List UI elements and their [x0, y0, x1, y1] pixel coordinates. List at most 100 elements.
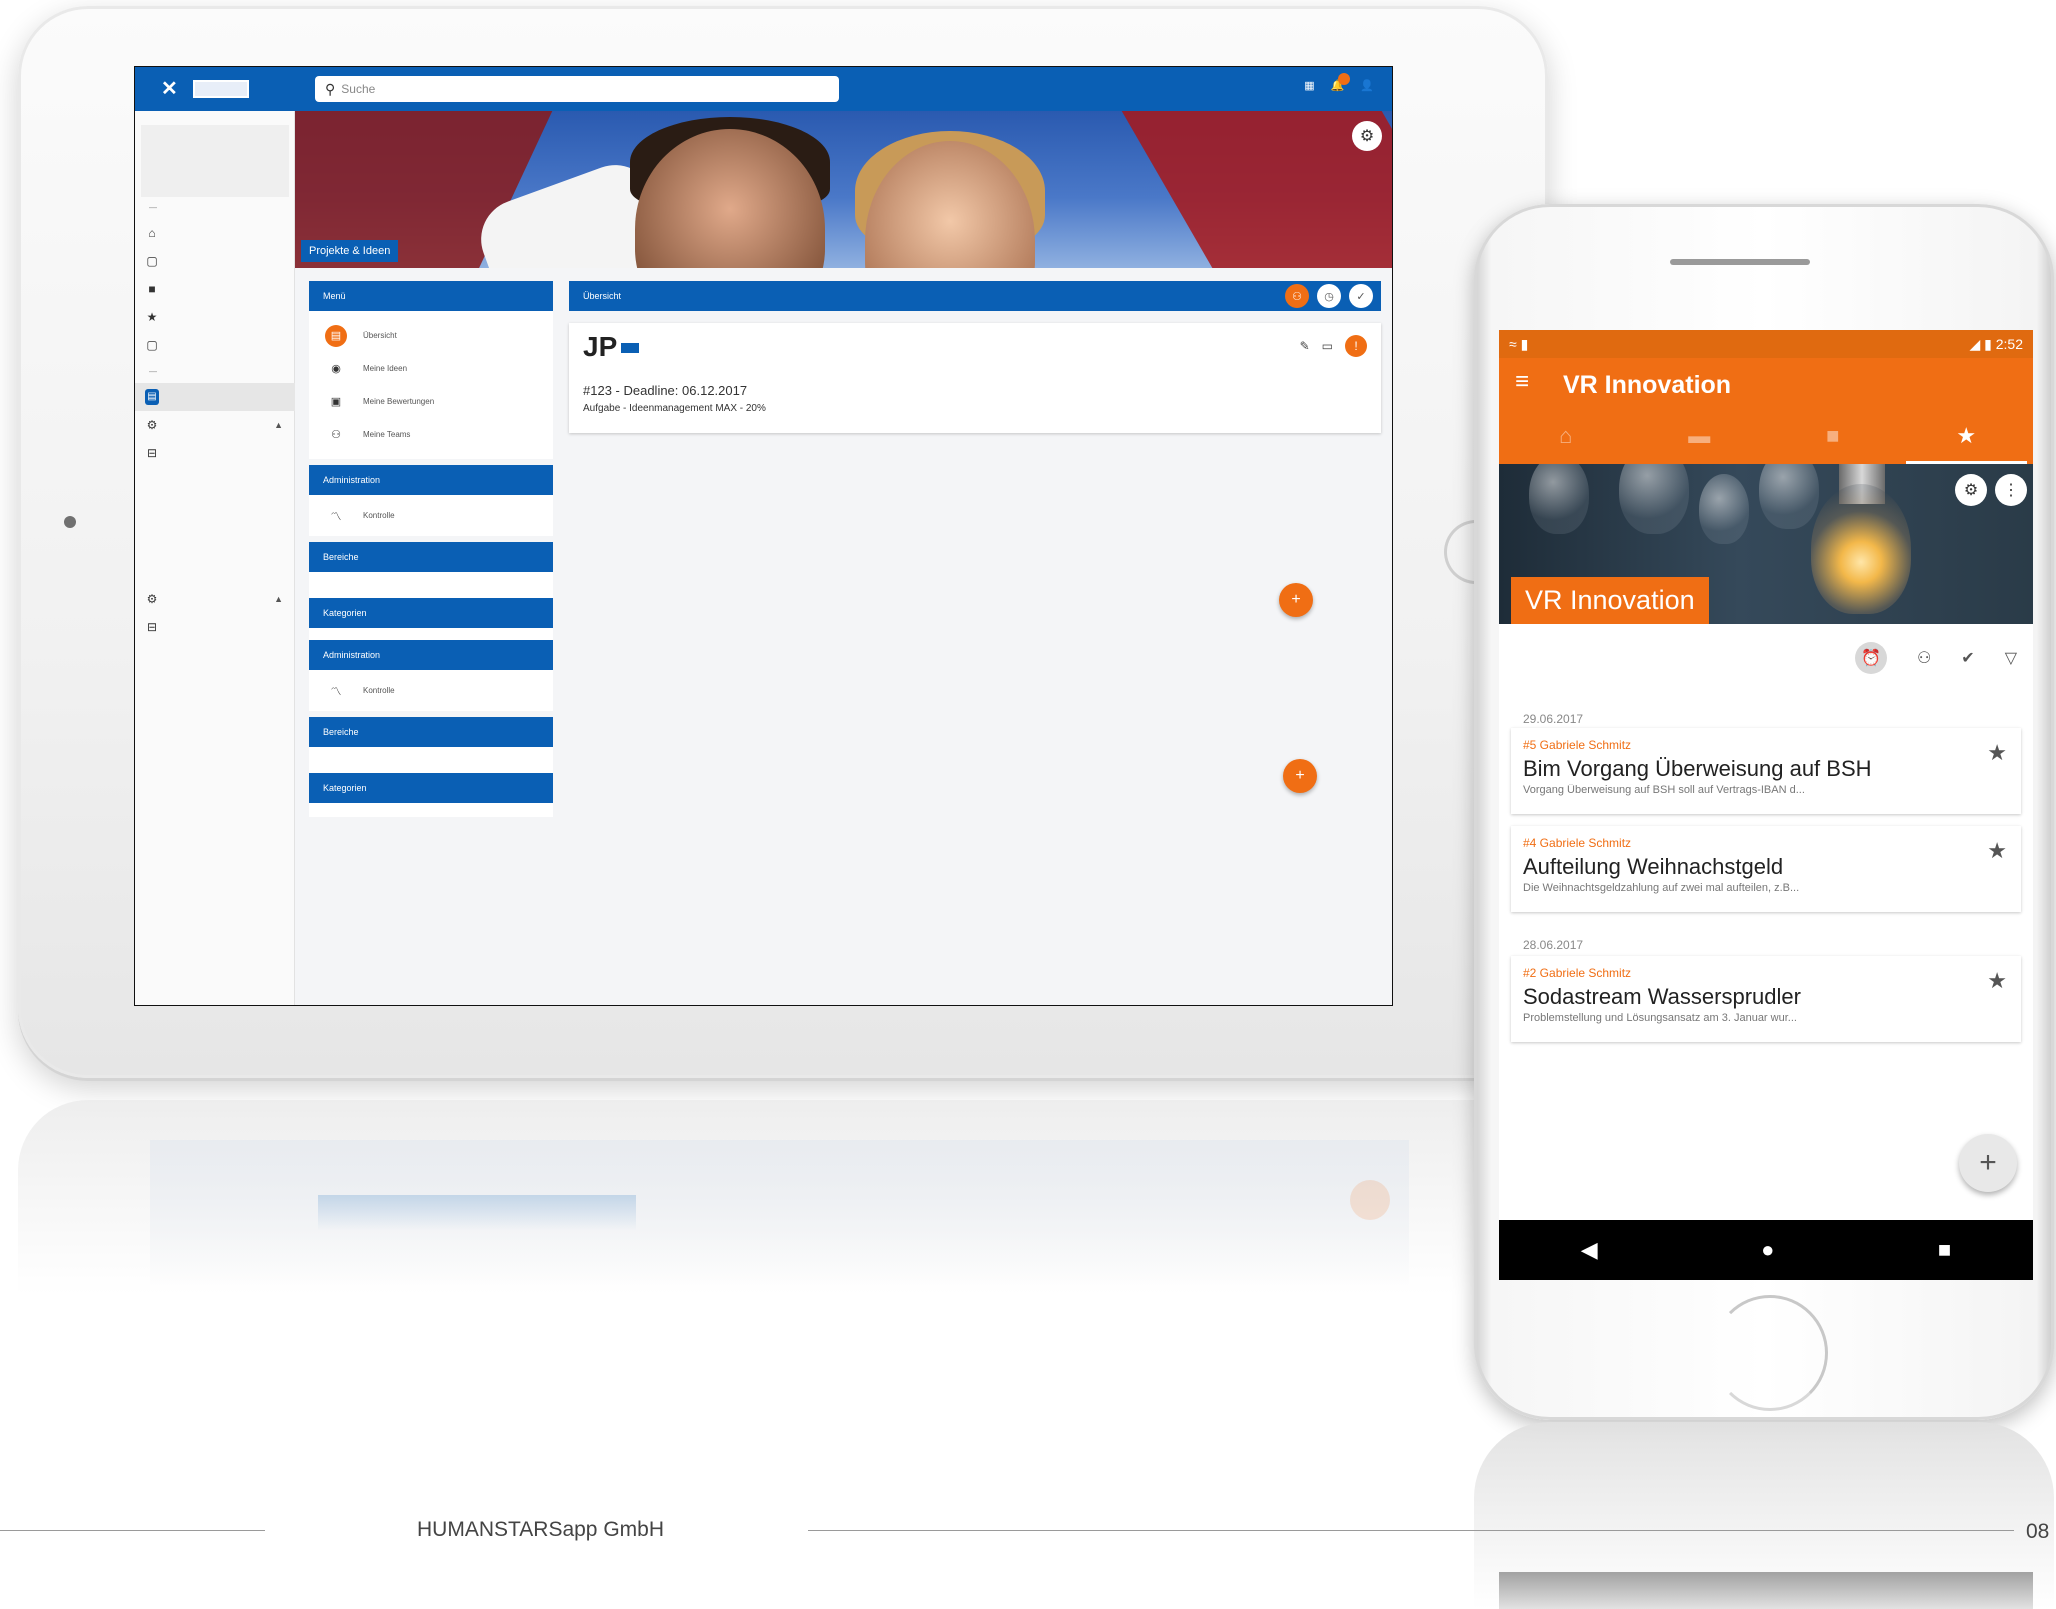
sidebar-item-folder[interactable]: ■ — [135, 275, 295, 303]
folder-icon: ■ — [1826, 423, 1840, 448]
list-item[interactable]: #4 Gabriele Schmitz Aufteilung Weihnachs… — [1511, 826, 2021, 912]
check-filter-icon[interactable]: ✔ — [1961, 648, 1974, 668]
plus-icon: + — [1295, 767, 1305, 784]
gear-icon: ⚙ — [1963, 482, 1979, 499]
menu-item-control[interactable]: 〽 Kontrolle — [309, 499, 553, 532]
status-bar: ≈ ▮ ◢ ▮ 2:52 — [1499, 330, 2033, 358]
edit-icon[interactable]: ✎ — [1300, 339, 1310, 353]
menu-item-my-ratings[interactable]: ▣ Meine Bewertungen — [309, 385, 553, 418]
menu-item-my-ideas[interactable]: ◉ Meine Ideen — [309, 352, 553, 385]
sidebar-item-settings[interactable]: ⚙ ▲ — [135, 411, 295, 439]
menu-section-areas[interactable]: Bereiche — [309, 542, 553, 572]
sidebar-section-heading: — — [149, 367, 157, 376]
menu-section-administration[interactable]: Administration — [309, 465, 553, 495]
item-title: Aufteilung Weihnachstgeld — [1523, 854, 1784, 879]
trend-icon: 〽 — [330, 685, 342, 698]
menu-section-administration-2[interactable]: Administration — [309, 640, 553, 670]
overview-header-label: Übersicht — [583, 291, 622, 301]
idea-icon: ◉ — [331, 363, 341, 375]
phone-speaker — [1670, 259, 1810, 265]
alarm-filter-icon[interactable]: ⏰ — [1854, 642, 1887, 674]
banner-more-button[interactable]: ⋮ — [1995, 474, 2027, 506]
notification-bell-icon[interactable]: 🔔 — [1331, 73, 1351, 92]
banner-settings-button[interactable]: ⚙ — [1955, 474, 1987, 506]
overview-icon: ▤ — [325, 324, 347, 347]
sidebar-item-projects[interactable]: ★ — [135, 303, 295, 331]
favorite-star-icon[interactable]: ★ — [1987, 740, 2007, 766]
footer-divider — [808, 1530, 2014, 1531]
sidebar-profile-box — [141, 125, 289, 197]
logout-icon: ⊟ — [146, 446, 158, 460]
phone-home-button[interactable] — [1712, 1295, 1828, 1411]
overview-header: Übersicht ⚇ ◷ ✓ — [569, 281, 1381, 311]
favorite-star-icon[interactable]: ★ — [1987, 838, 2007, 864]
check-filter-icon[interactable]: ✓ — [1349, 284, 1373, 308]
menu-section-categories[interactable]: Kategorien — [309, 598, 553, 628]
add-button-2[interactable]: + — [1283, 759, 1317, 793]
home-icon: ⌂ — [1559, 423, 1573, 448]
team-icon: ⚇ — [331, 429, 341, 441]
alert-icon[interactable]: ! — [1345, 335, 1367, 357]
search-input[interactable]: ⚲ Suche — [315, 76, 839, 102]
menu-icon[interactable]: ≡ — [1515, 370, 1529, 394]
add-button[interactable]: + — [1279, 583, 1313, 617]
hero-settings-button[interactable]: ⚙ — [1352, 121, 1382, 151]
sidebar-item-messages[interactable]: ▢ — [135, 247, 295, 275]
search-icon: ⚲ — [325, 80, 336, 97]
tab-home[interactable]: ⌂ — [1499, 408, 1633, 464]
list-item[interactable]: #2 Gabriele Schmitz Sodastream Wasserspr… — [1511, 956, 2021, 1042]
brand-logo[interactable]: ✕ — [161, 77, 251, 101]
user-icon[interactable]: 👤 — [1360, 79, 1374, 92]
menu-bar-reflection — [318, 1195, 636, 1231]
team-filter-icon[interactable]: ⚇ — [1285, 284, 1309, 308]
star-icon: ★ — [1956, 423, 1977, 448]
chat-icon: ▢ — [146, 338, 158, 352]
add-idea-button[interactable]: + — [1959, 1134, 2017, 1192]
menu-item-overview[interactable]: ▤ Übersicht — [309, 319, 553, 352]
page-number: 08 — [2026, 1520, 2050, 1543]
comment-icon[interactable]: ▭ — [1322, 339, 1333, 353]
folder-icon: ■ — [148, 282, 156, 296]
team-filter-icon[interactable]: ⚇ — [1917, 648, 1931, 668]
phone-navbar-reflection — [1499, 1572, 2033, 1609]
android-nav-bar: ◀ ● ■ — [1499, 1220, 2033, 1280]
menu-item-control-2[interactable]: 〽 Kontrolle — [309, 674, 553, 707]
idea-card[interactable]: JP ✎ ▭ ! #123 - Deadline: 06.12.2017 Auf… — [569, 323, 1381, 433]
home-circle-icon[interactable]: ● — [1761, 1237, 1774, 1263]
view-toggle-icon[interactable]: ▦ — [1304, 79, 1314, 92]
menu-column: Menü ▤ Übersicht ◉ Meine Ideen ▣ Meine Bewe… — [309, 281, 553, 817]
menu-section-areas-2[interactable]: Bereiche — [309, 717, 553, 747]
logo-wordmark — [193, 80, 249, 98]
sidebar-item-chat[interactable]: ▢ — [135, 331, 295, 359]
sidebar-item-settings-2[interactable]: ⚙ ▲ — [135, 585, 295, 613]
hero-banner: Projekte & Ideen ⚙ — [295, 111, 1392, 268]
card-initials: JP — [583, 331, 618, 362]
back-icon[interactable]: ◀ — [1581, 1237, 1598, 1263]
clock-filter-icon[interactable]: ◷ — [1317, 284, 1341, 308]
recents-icon[interactable]: ■ — [1938, 1237, 1951, 1263]
sidebar-item-home[interactable]: ⌂ — [135, 219, 295, 247]
signal-icon: ◢ ▮ — [1969, 336, 1996, 352]
menu-item-my-teams[interactable]: ⚇ Meine Teams — [309, 418, 553, 451]
menu-section-categories-2[interactable]: Kategorien — [309, 773, 553, 803]
sidebar-item-logout-2[interactable]: ⊟ — [135, 613, 295, 641]
tab-favorites[interactable]: ★ — [1900, 408, 2034, 464]
favorite-star-icon[interactable]: ★ — [1987, 968, 2007, 994]
sidebar-section-heading: — — [149, 203, 157, 212]
phone-screen: ≈ ▮ ◢ ▮ 2:52 ≡ VR Innovation ⌂ ▬ ■ ★ VR … — [1499, 330, 2033, 1280]
list-item[interactable]: #5 Gabriele Schmitz Bim Vorgang Überweis… — [1511, 728, 2021, 814]
project-banner: VR Innovation ⚙ ⋮ — [1499, 464, 2033, 624]
sidebar: — ⌂ ▢ ■ ★ ▢ — ▤ ⚙ ▲ ⊟ ⚙ ▲ ⊟ — [135, 111, 295, 1005]
tab-messages[interactable]: ▬ — [1633, 408, 1767, 464]
item-meta: #5 Gabriele Schmitz — [1523, 738, 1632, 752]
gear-icon: ⚙ — [1359, 128, 1375, 145]
sidebar-item-profile[interactable]: ▤ — [135, 383, 295, 411]
filter-icon[interactable]: ▽ — [2005, 648, 2017, 668]
tab-folder[interactable]: ■ — [1766, 408, 1900, 464]
sidebar-item-logout[interactable]: ⊟ — [135, 439, 295, 467]
more-vert-icon: ⋮ — [2003, 482, 2019, 499]
item-description: Problemstellung und Lösungsansatz am 3. … — [1523, 1012, 1797, 1024]
item-meta: #2 Gabriele Schmitz — [1523, 966, 1632, 980]
item-description: Die Weihnachtsgeldzahlung auf zwei mal a… — [1523, 882, 1800, 894]
rating-icon: ▣ — [330, 396, 342, 408]
